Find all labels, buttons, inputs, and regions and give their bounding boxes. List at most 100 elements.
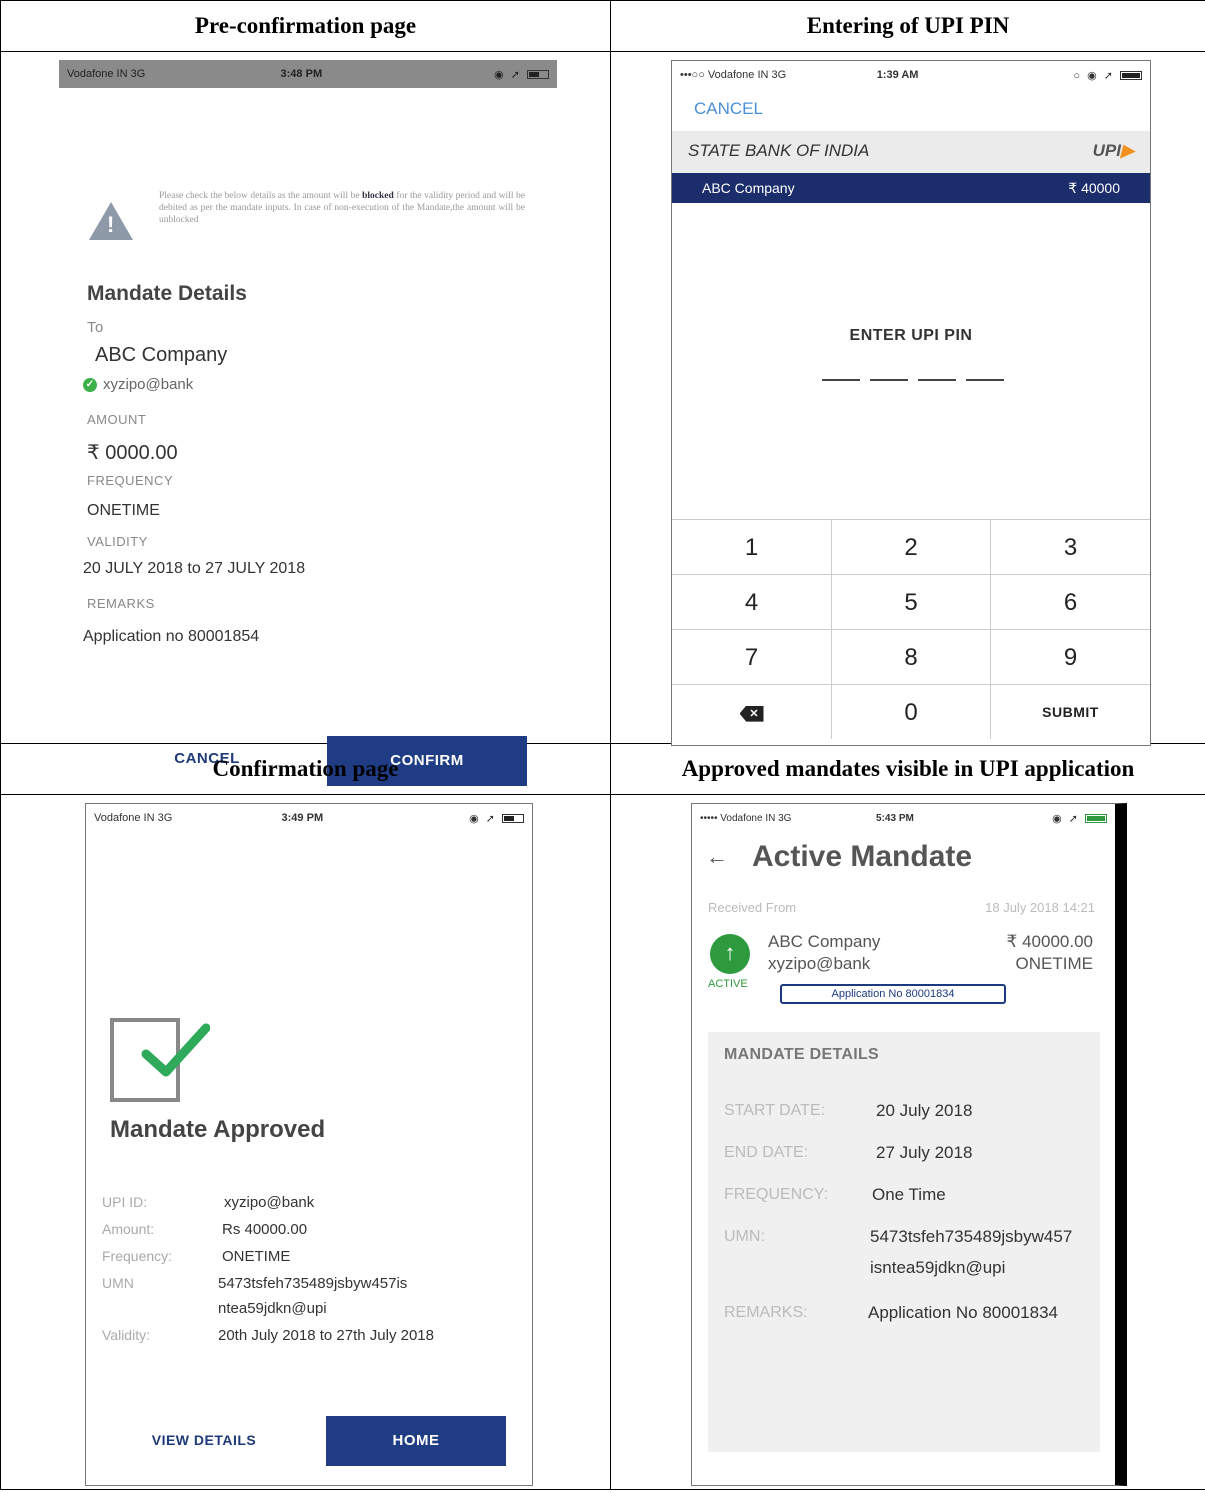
bank-bar: STATE BANK OF INDIA UPI▶ bbox=[672, 131, 1150, 173]
validity-value: 20 JULY 2018 to 27 JULY 2018 bbox=[83, 560, 306, 577]
umn-label: UMN bbox=[102, 1275, 134, 1291]
backspace-key[interactable]: ✕ bbox=[672, 684, 831, 739]
warning-text: Please check the below details as the am… bbox=[159, 191, 525, 225]
remarks-label: REMARKS: bbox=[724, 1304, 808, 1321]
frequency-value: One Time bbox=[872, 1185, 946, 1204]
header-confirmation: Confirmation page bbox=[0, 743, 611, 795]
to-label: To bbox=[87, 319, 104, 336]
phone-screen: ••••• Vodafone IN 3G 5:43 PM ◉ ➚ ← Activ… bbox=[691, 803, 1127, 1486]
pin-digit-4[interactable] bbox=[966, 379, 1004, 381]
pin-digit-1[interactable] bbox=[822, 379, 860, 381]
remarks-value: Application No 80001834 bbox=[868, 1303, 1058, 1322]
battery-icon: ○ ◉ ➚ bbox=[1073, 69, 1143, 82]
payee-name: ABC Company bbox=[768, 932, 881, 951]
mandate-approved-title: Mandate Approved bbox=[110, 1116, 326, 1143]
arrow-up-icon: ↑ bbox=[710, 934, 750, 974]
payee-vpa: xyzipo@bank bbox=[768, 954, 871, 973]
status-bar: ••••• Vodafone IN 3G 5:43 PM ◉ ➚ bbox=[692, 804, 1115, 832]
key-6[interactable]: 6 bbox=[990, 574, 1150, 629]
frequency-value: ONETIME bbox=[87, 502, 160, 519]
bank-name: STATE BANK OF INDIA bbox=[688, 141, 870, 160]
mandate-frequency: ONETIME bbox=[1015, 954, 1093, 973]
received-date: 18 July 2018 14:21 bbox=[985, 900, 1095, 915]
back-arrow-icon[interactable]: ← bbox=[706, 844, 728, 870]
carrier-label: Vodafone IN 3G bbox=[94, 812, 173, 824]
carrier-label: Vodafone IN 3G bbox=[67, 68, 146, 80]
panel-confirmation: Vodafone IN 3G 3:49 PM ◉ ➚ Mandate Appro… bbox=[0, 794, 611, 1490]
status-badge: ACTIVE bbox=[708, 978, 748, 990]
active-mandate-title: Active Mandate bbox=[752, 840, 973, 873]
status-bar: •••○○ Vodafone IN 3G 1:39 AM ○ ◉ ➚ bbox=[672, 61, 1150, 89]
mandate-details-heading: MANDATE DETAILS bbox=[724, 1046, 880, 1063]
battery-icon: ◉ ➚ bbox=[469, 812, 524, 825]
key-2[interactable]: 2 bbox=[831, 519, 990, 574]
received-from-label: Received From bbox=[708, 900, 797, 915]
key-0[interactable]: 0 bbox=[831, 684, 990, 739]
amount-value: Rs 40000.00 bbox=[222, 1221, 308, 1238]
battery-icon: ◉ ➚ bbox=[494, 68, 549, 81]
application-number-box: Application No 80001834 bbox=[780, 984, 1006, 1004]
remarks-value: Application no 80001854 bbox=[83, 628, 260, 645]
submit-key[interactable]: SUBMIT bbox=[990, 684, 1150, 739]
phone-screen: Vodafone IN 3G 3:49 PM ◉ ➚ Mandate Appro… bbox=[85, 803, 533, 1486]
carrier-label: •••○○ Vodafone IN 3G bbox=[680, 69, 787, 81]
verified-check-icon: ✓ bbox=[83, 378, 97, 393]
key-9[interactable]: 9 bbox=[990, 629, 1150, 684]
pin-digit-2[interactable] bbox=[870, 379, 908, 381]
frequency-value: ONETIME bbox=[222, 1248, 291, 1265]
key-5[interactable]: 5 bbox=[831, 574, 990, 629]
carrier-label: ••••• Vodafone IN 3G bbox=[700, 812, 792, 824]
frequency-label: Frequency: bbox=[102, 1248, 173, 1264]
phone-screen: Vodafone IN 3G 3:48 PM ◉ ➚ ! Please chec… bbox=[59, 60, 557, 786]
battery-icon: ◉ ➚ bbox=[1052, 812, 1107, 825]
check-mark-icon bbox=[141, 1023, 210, 1077]
status-bar: Vodafone IN 3G 3:49 PM ◉ ➚ bbox=[86, 804, 532, 832]
header-approved-mandates: Approved mandates visible in UPI applica… bbox=[610, 743, 1205, 795]
phone-screen: •••○○ Vodafone IN 3G 1:39 AM ○ ◉ ➚ CANCE… bbox=[671, 60, 1151, 746]
status-bar: Vodafone IN 3G 3:48 PM ◉ ➚ bbox=[59, 60, 557, 88]
header-pre-confirmation: Pre-confirmation page bbox=[0, 0, 611, 52]
frequency-label: FREQUENCY bbox=[87, 473, 174, 488]
umn-value-continued: ntea59jdkn@upi bbox=[218, 1300, 327, 1317]
mandate-details-card: MANDATE DETAILS START DATE: 20 July 2018… bbox=[708, 1032, 1100, 1452]
remarks-label: REMARKS bbox=[87, 596, 155, 611]
payee-bar: ABC Company ₹ 40000 bbox=[672, 173, 1150, 203]
cancel-link[interactable]: CANCEL bbox=[694, 99, 763, 119]
upi-id-value: xyzipo@bank bbox=[224, 1194, 315, 1211]
payee-name: ABC Company bbox=[702, 180, 795, 196]
time-label: 1:39 AM bbox=[876, 69, 919, 81]
umn-label: UMN: bbox=[724, 1228, 765, 1245]
backspace-icon: ✕ bbox=[739, 705, 764, 722]
enter-pin-label: ENTER UPI PIN bbox=[849, 327, 973, 344]
time-label: 3:48 PM bbox=[280, 68, 323, 80]
amount-label: AMOUNT bbox=[87, 412, 147, 427]
view-details-button[interactable]: VIEW DETAILS bbox=[134, 1432, 274, 1448]
key-7[interactable]: 7 bbox=[672, 629, 831, 684]
validity-label: VALIDITY bbox=[87, 534, 148, 549]
mandate-details-title: Mandate Details bbox=[87, 282, 247, 305]
key-4[interactable]: 4 bbox=[672, 574, 831, 629]
upi-logo-icon: UPI▶ bbox=[1092, 141, 1134, 160]
amount-value: ₹ 0000.00 bbox=[87, 442, 178, 464]
key-3[interactable]: 3 bbox=[990, 519, 1150, 574]
home-button[interactable]: HOME bbox=[326, 1416, 506, 1466]
key-1[interactable]: 1 bbox=[672, 519, 831, 574]
panel-active-mandate: ••••• Vodafone IN 3G 5:43 PM ◉ ➚ ← Activ… bbox=[610, 794, 1205, 1490]
pin-digit-3[interactable] bbox=[918, 379, 956, 381]
start-date-label: START DATE: bbox=[724, 1102, 826, 1119]
time-label: 3:49 PM bbox=[281, 812, 324, 824]
end-date-label: END DATE: bbox=[724, 1144, 809, 1161]
time-label: 5:43 PM bbox=[876, 812, 914, 824]
key-8[interactable]: 8 bbox=[831, 629, 990, 684]
end-date-value: 27 July 2018 bbox=[876, 1143, 973, 1162]
payee-amount: ₹ 40000 bbox=[1068, 180, 1120, 196]
warning-exclamation-icon: ! bbox=[107, 212, 115, 237]
umn-value: 5473tsfeh735489jsbyw457 bbox=[870, 1227, 1073, 1246]
keypad: 1 2 3 4 5 6 7 8 9 ✕ 0 SUBMIT bbox=[672, 519, 1150, 745]
upi-id-label: UPI ID: bbox=[102, 1194, 148, 1210]
validity-label: Validity: bbox=[102, 1327, 150, 1343]
validity-value: 20th July 2018 to 27th July 2018 bbox=[218, 1327, 434, 1344]
frequency-label: FREQUENCY: bbox=[724, 1186, 829, 1203]
amount-label: Amount: bbox=[102, 1221, 155, 1237]
umn-value: 5473tsfeh735489jsbyw457is bbox=[218, 1275, 408, 1292]
